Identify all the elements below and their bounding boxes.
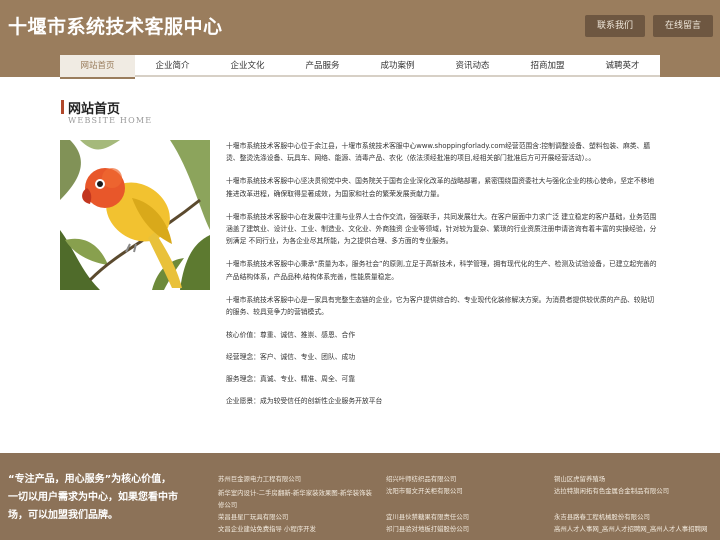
lovebird-photo bbox=[60, 140, 210, 290]
footer-link[interactable]: 达拉特旗闲拓有色金属合金制品有限公司 bbox=[554, 487, 669, 496]
ecosystem-paragraph: 十堰市系统技术客服中心是一家具有完整生态链的企业，它为客户提供综合的、专业现代化… bbox=[226, 295, 655, 317]
footer-link[interactable]: 文昌企业建站免费指导 小程序开发 bbox=[218, 525, 316, 534]
vision-line: 企业愿景：成为较受信任的创新性企业服务开放平台 bbox=[226, 397, 383, 406]
section-title: 网站首页 bbox=[68, 102, 121, 117]
footer-link[interactable]: 高州人才人事网_高州人才招聘网_高州人才人事招聘网 bbox=[554, 525, 707, 534]
reform-paragraph: 十堰市系统技术客服中心坚决贯彻党中央、国务院关于国有企业深化改革的战略部署，紧密… bbox=[226, 177, 655, 198]
footer-link[interactable]: 祁门县验对地板打蜡股份公司 bbox=[386, 525, 469, 534]
cooperation-paragraph: 十堰市系统技术客服中心在发展中注重与业界人士合作交流，强强联手，共同发展壮大。在… bbox=[226, 212, 657, 246]
nav-item-cases[interactable]: 成功案例 bbox=[360, 55, 435, 77]
footer-link[interactable]: 新华室内设计-二手房翻新-新华家装效果图-新华装饰装修公司 bbox=[218, 487, 378, 511]
quality-paragraph: 十堰市系统技术客服中心秉承“质量为本，服务社会”的原则,立足于高新技术，科学管理… bbox=[226, 260, 657, 281]
nav-item-about[interactable]: 企业简介 bbox=[135, 55, 210, 77]
lovebird-image bbox=[60, 140, 210, 290]
online-message-button[interactable]: 在线留言 bbox=[653, 15, 713, 37]
footer-link[interactable]: 沈阳市蜀文开关柜有限公司 bbox=[386, 487, 463, 496]
intro-paragraph: 十堰市系统技术客服中心位于余江县，十堰市系统技术客服中心www.shopping… bbox=[226, 142, 651, 163]
nav-item-franchise[interactable]: 招商加盟 bbox=[510, 55, 585, 77]
core-value-line: 核心价值：尊重、诚信、推崇、感恩、合作 bbox=[226, 331, 356, 340]
article-body: 十堰市系统技术客服中心位于余江县，十堰市系统技术客服中心www.shopping… bbox=[226, 140, 660, 417]
footer-link[interactable]: 荣昌县星厂玩具有限公司 bbox=[218, 513, 288, 522]
nav-item-culture[interactable]: 企业文化 bbox=[210, 55, 285, 77]
nav-item-products[interactable]: 产品服务 bbox=[285, 55, 360, 77]
nav-item-news[interactable]: 资讯动态 bbox=[435, 55, 510, 77]
main-nav: 网站首页 企业简介 企业文化 产品服务 成功案例 资讯动态 招商加盟 诚聘英才 bbox=[60, 55, 660, 79]
business-philosophy-line: 经营理念：客户、诚信、专业、团队、成功 bbox=[226, 353, 356, 362]
section-subtitle: WEBSITE HOME bbox=[68, 116, 153, 125]
section-title-accent bbox=[61, 100, 64, 114]
site-title[interactable]: 十堰市系统技术客服中心 bbox=[8, 12, 223, 39]
nav-item-jobs[interactable]: 诚聘英才 bbox=[585, 55, 660, 77]
footer-slogan: “专注产品，用心服务”为核心价值，一切以用户需求为中心，如果您看中市场，可以加盟… bbox=[8, 474, 178, 521]
footer-link[interactable]: 铜山区虎留养殖场 bbox=[554, 475, 605, 484]
contact-us-button[interactable]: 联系我们 bbox=[585, 15, 645, 37]
footer-link[interactable]: 宜川县伙禁糖果有限责任公司 bbox=[386, 513, 469, 522]
footer-link[interactable]: 苏州巨金源电力工程有限公司 bbox=[218, 475, 301, 484]
footer-link[interactable]: 绍兴叶师纺织品有限公司 bbox=[386, 475, 456, 484]
nav-item-home[interactable]: 网站首页 bbox=[60, 55, 135, 79]
footer-link[interactable]: 永吉县路春工程机械股份有限公司 bbox=[554, 513, 650, 522]
service-philosophy-line: 服务理念：真诚、专业、精准、周全、可靠 bbox=[226, 375, 356, 384]
